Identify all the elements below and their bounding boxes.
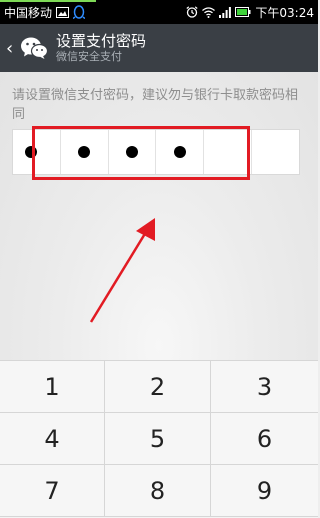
keypad-key-9[interactable]: 9 (211, 465, 318, 517)
page-subtitle: 微信安全支付 (56, 50, 122, 63)
keypad-key-7[interactable]: 7 (0, 465, 105, 517)
content-area: 请设置微信支付密码，建议勿与银行卡取款密码相同 (0, 72, 318, 360)
battery-icon (235, 7, 251, 17)
keypad-key-3[interactable]: 3 (211, 361, 318, 413)
keypad-key-5[interactable]: 5 (105, 413, 211, 465)
notification-indicator-line (0, 0, 96, 2)
image-notification-icon (56, 6, 70, 18)
wifi-icon (202, 6, 216, 18)
highlight-annotation-rectangle (32, 126, 250, 180)
keypad-key-1[interactable]: 1 (0, 361, 105, 413)
instruction-text: 请设置微信支付密码，建议勿与银行卡取款密码相同 (12, 88, 299, 122)
alarm-clock-icon (186, 6, 198, 18)
keypad-key-8[interactable]: 8 (105, 465, 211, 517)
numeric-keypad: 123 456 789 (0, 360, 318, 518)
keypad-key-6[interactable]: 6 (211, 413, 318, 465)
wechat-logo-icon (20, 36, 48, 60)
pin-cell (252, 130, 299, 174)
title-bar: ‹ 设置支付密码 微信安全支付 (0, 24, 318, 72)
keypad-key-4[interactable]: 4 (0, 413, 105, 465)
back-arrow-icon[interactable]: ‹ (6, 38, 18, 59)
qq-penguin-icon (73, 5, 86, 19)
keypad-key-2[interactable]: 2 (105, 361, 211, 413)
carrier-label: 中国移动 (4, 5, 53, 20)
signal-strength-icon (219, 6, 232, 18)
status-bar: 中国移动 下午03:24 (0, 0, 318, 24)
clock-time: 下午03:24 (255, 5, 314, 20)
page-title: 设置支付密码 (56, 32, 147, 50)
